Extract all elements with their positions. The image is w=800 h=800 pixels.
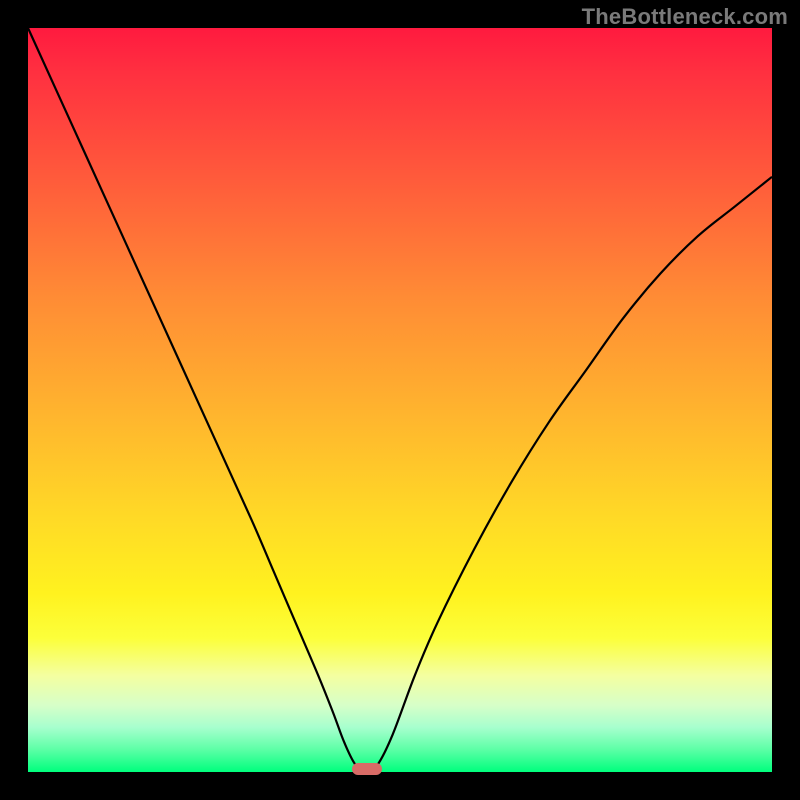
curve-path: [28, 28, 772, 772]
minimum-marker: [352, 763, 382, 775]
bottleneck-curve: [28, 28, 772, 772]
plot-area: [28, 28, 772, 772]
watermark-text: TheBottleneck.com: [582, 4, 788, 30]
chart-frame: TheBottleneck.com: [0, 0, 800, 800]
